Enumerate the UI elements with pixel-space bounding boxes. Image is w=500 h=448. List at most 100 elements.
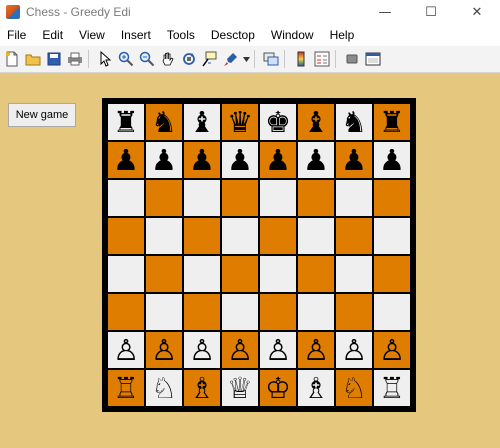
open-folder-icon[interactable] — [23, 49, 42, 69]
square-c8[interactable]: ♝ — [183, 103, 221, 141]
square-a1[interactable]: ♖ — [107, 369, 145, 407]
square-a2[interactable]: ♙ — [107, 331, 145, 369]
toolbar — [0, 46, 500, 73]
square-e3[interactable] — [259, 293, 297, 331]
square-e6[interactable] — [259, 179, 297, 217]
square-c3[interactable] — [183, 293, 221, 331]
square-e1[interactable]: ♔ — [259, 369, 297, 407]
square-c7[interactable]: ♟ — [183, 141, 221, 179]
square-b8[interactable]: ♞ — [145, 103, 183, 141]
square-h7[interactable]: ♟ — [373, 141, 411, 179]
save-icon[interactable] — [44, 49, 63, 69]
toolbar-separator — [284, 50, 285, 68]
square-b5[interactable] — [145, 217, 183, 255]
link-plot-icon[interactable] — [261, 49, 280, 69]
pointer-icon[interactable] — [95, 49, 114, 69]
square-a4[interactable] — [107, 255, 145, 293]
menu-insert[interactable]: Insert — [121, 28, 151, 42]
colorbar-icon[interactable] — [291, 49, 310, 69]
square-g3[interactable] — [335, 293, 373, 331]
square-a6[interactable] — [107, 179, 145, 217]
square-b1[interactable]: ♘ — [145, 369, 183, 407]
square-f8[interactable]: ♝ — [297, 103, 335, 141]
new-file-icon[interactable] — [2, 49, 21, 69]
square-d4[interactable] — [221, 255, 259, 293]
toolbar-separator — [335, 50, 336, 68]
window-controls: — ☐ ✕ — [362, 0, 500, 24]
square-d1[interactable]: ♕ — [221, 369, 259, 407]
square-g4[interactable] — [335, 255, 373, 293]
square-g5[interactable] — [335, 217, 373, 255]
square-g8[interactable]: ♞ — [335, 103, 373, 141]
square-h4[interactable] — [373, 255, 411, 293]
show-plot-tools-icon[interactable] — [363, 49, 382, 69]
print-icon[interactable] — [65, 49, 84, 69]
minimize-button[interactable]: — — [362, 0, 408, 24]
square-d8[interactable]: ♛ — [221, 103, 259, 141]
rotate-3d-icon[interactable] — [179, 49, 198, 69]
square-e8[interactable]: ♚ — [259, 103, 297, 141]
square-b7[interactable]: ♟ — [145, 141, 183, 179]
menu-view[interactable]: View — [79, 28, 105, 42]
square-c6[interactable] — [183, 179, 221, 217]
menu-tools[interactable]: Tools — [167, 28, 195, 42]
square-c2[interactable]: ♙ — [183, 331, 221, 369]
square-d2[interactable]: ♙ — [221, 331, 259, 369]
hide-plot-tools-icon[interactable] — [342, 49, 361, 69]
square-d6[interactable] — [221, 179, 259, 217]
square-e7[interactable]: ♟ — [259, 141, 297, 179]
square-g6[interactable] — [335, 179, 373, 217]
square-h8[interactable]: ♜ — [373, 103, 411, 141]
window-title: Chess - Greedy Edi — [26, 5, 131, 19]
square-f5[interactable] — [297, 217, 335, 255]
menu-edit[interactable]: Edit — [42, 28, 63, 42]
menu-file[interactable]: File — [7, 28, 26, 42]
square-c1[interactable]: ♗ — [183, 369, 221, 407]
title-bar: Chess - Greedy Edi — ☐ ✕ — [0, 0, 500, 24]
toolbar-separator — [254, 50, 255, 68]
square-d7[interactable]: ♟ — [221, 141, 259, 179]
square-f2[interactable]: ♙ — [297, 331, 335, 369]
new-game-button[interactable]: New game — [8, 103, 76, 127]
square-f7[interactable]: ♟ — [297, 141, 335, 179]
square-g1[interactable]: ♘ — [335, 369, 373, 407]
square-a3[interactable] — [107, 293, 145, 331]
square-h1[interactable]: ♖ — [373, 369, 411, 407]
square-b2[interactable]: ♙ — [145, 331, 183, 369]
maximize-button[interactable]: ☐ — [408, 0, 454, 24]
square-f3[interactable] — [297, 293, 335, 331]
pan-hand-icon[interactable] — [158, 49, 177, 69]
square-g7[interactable]: ♟ — [335, 141, 373, 179]
square-c4[interactable] — [183, 255, 221, 293]
zoom-in-icon[interactable] — [116, 49, 135, 69]
square-d3[interactable] — [221, 293, 259, 331]
square-a7[interactable]: ♟ — [107, 141, 145, 179]
square-d5[interactable] — [221, 217, 259, 255]
legend-icon[interactable] — [312, 49, 331, 69]
brush-icon[interactable] — [221, 49, 240, 69]
square-f6[interactable] — [297, 179, 335, 217]
dropdown-arrow-icon[interactable] — [242, 49, 250, 69]
square-h5[interactable] — [373, 217, 411, 255]
menu-desktop[interactable]: Desctop — [211, 28, 255, 42]
zoom-out-icon[interactable] — [137, 49, 156, 69]
data-cursor-icon[interactable] — [200, 49, 219, 69]
close-button[interactable]: ✕ — [454, 0, 500, 24]
square-h2[interactable]: ♙ — [373, 331, 411, 369]
square-e5[interactable] — [259, 217, 297, 255]
square-h6[interactable] — [373, 179, 411, 217]
square-e4[interactable] — [259, 255, 297, 293]
menu-window[interactable]: Window — [271, 28, 314, 42]
square-h3[interactable] — [373, 293, 411, 331]
square-a5[interactable] — [107, 217, 145, 255]
square-b6[interactable] — [145, 179, 183, 217]
square-a8[interactable]: ♜ — [107, 103, 145, 141]
square-b4[interactable] — [145, 255, 183, 293]
square-b3[interactable] — [145, 293, 183, 331]
square-c5[interactable] — [183, 217, 221, 255]
menu-help[interactable]: Help — [330, 28, 355, 42]
square-g2[interactable]: ♙ — [335, 331, 373, 369]
square-f4[interactable] — [297, 255, 335, 293]
square-f1[interactable]: ♗ — [297, 369, 335, 407]
square-e2[interactable]: ♙ — [259, 331, 297, 369]
